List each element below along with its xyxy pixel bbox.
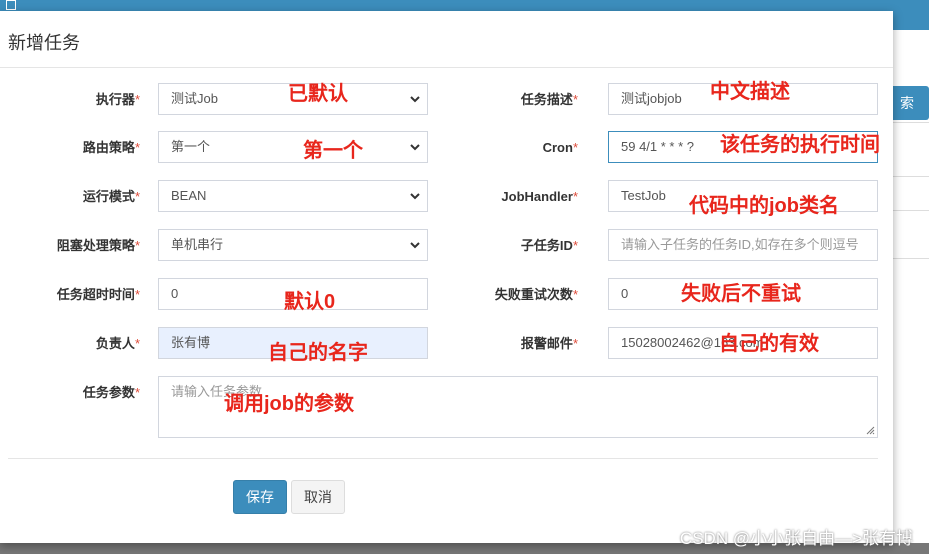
- save-button[interactable]: 保存: [233, 480, 287, 514]
- chevron-down-icon: [410, 144, 420, 151]
- block-strategy-select[interactable]: 单机串行: [158, 229, 428, 261]
- annotation-job-desc: 中文描述: [710, 81, 790, 103]
- route-strategy-label: 路由策略*: [82, 140, 140, 155]
- job-desc-label: 任务描述*: [520, 92, 578, 107]
- block-strategy-label: 阻塞处理策略*: [56, 238, 140, 253]
- fail-retry-label: 失败重试次数*: [494, 287, 578, 302]
- author-label: 负责人*: [95, 336, 140, 351]
- table-divider: [893, 122, 929, 123]
- child-job-id-placeholder: 请输入子任务的任务ID,如存在多个则逗号: [621, 237, 859, 252]
- timeout-value: 0: [171, 286, 179, 301]
- annotation-executor-param: 调用job的参数: [224, 393, 354, 415]
- annotation-executor: 已默认: [288, 83, 348, 105]
- executor-value: 测试Job: [171, 91, 218, 106]
- modal-footer-divider: [8, 458, 878, 459]
- glue-type-label: 运行模式*: [82, 189, 140, 204]
- child-job-id-label: 子任务ID*: [520, 238, 578, 253]
- annotation-timeout: 默认0: [284, 291, 336, 313]
- chevron-down-icon: [410, 96, 420, 103]
- timeout-label: 任务超时时间*: [56, 287, 140, 302]
- chevron-down-icon: [410, 242, 420, 249]
- job-desc-value: 测试jobjob: [621, 91, 682, 106]
- job-handler-value: TestJob: [621, 188, 666, 203]
- author-value: 张有博: [171, 335, 211, 350]
- modal-header: 新增任务: [0, 11, 893, 68]
- annotation-job-handler: 代码中的job类名: [689, 195, 839, 217]
- cron-value: 59 4/1 * * * ?: [621, 139, 694, 154]
- resize-handle-icon[interactable]: [866, 426, 875, 435]
- csdn-watermark: CSDN @小小张自由—>张有博: [679, 529, 913, 548]
- route-strategy-value: 第一个: [171, 139, 211, 154]
- cancel-button[interactable]: 取消: [291, 480, 345, 514]
- executor-param-label: 任务参数*: [82, 385, 140, 400]
- annotation-cron: 该任务的执行时间: [720, 134, 880, 156]
- modal-title: 新增任务: [8, 33, 80, 53]
- table-divider: [893, 258, 929, 259]
- glue-type-select[interactable]: BEAN: [158, 180, 428, 212]
- block-strategy-value: 单机串行: [171, 237, 224, 252]
- child-job-id-input[interactable]: 请输入子任务的任务ID,如存在多个则逗号: [608, 229, 878, 261]
- annotation-route-strategy: 第一个: [303, 140, 363, 162]
- window-icon: [6, 0, 16, 10]
- glue-type-value: BEAN: [171, 188, 207, 203]
- annotation-fail-retry: 失败后不重试: [681, 283, 801, 305]
- route-strategy-select[interactable]: 第一个: [158, 131, 428, 163]
- alarm-email-label: 报警邮件*: [520, 336, 578, 351]
- table-divider: [893, 176, 929, 177]
- chevron-down-icon: [410, 193, 420, 200]
- annotation-alarm-email: 自己的有效: [719, 333, 819, 355]
- annotation-author: 自己的名字: [268, 342, 368, 364]
- fail-retry-value: 0: [621, 286, 629, 301]
- cron-label: Cron*: [542, 140, 578, 155]
- executor-label: 执行器*: [95, 92, 140, 107]
- table-divider: [893, 210, 929, 211]
- job-handler-label: JobHandler*: [501, 189, 578, 204]
